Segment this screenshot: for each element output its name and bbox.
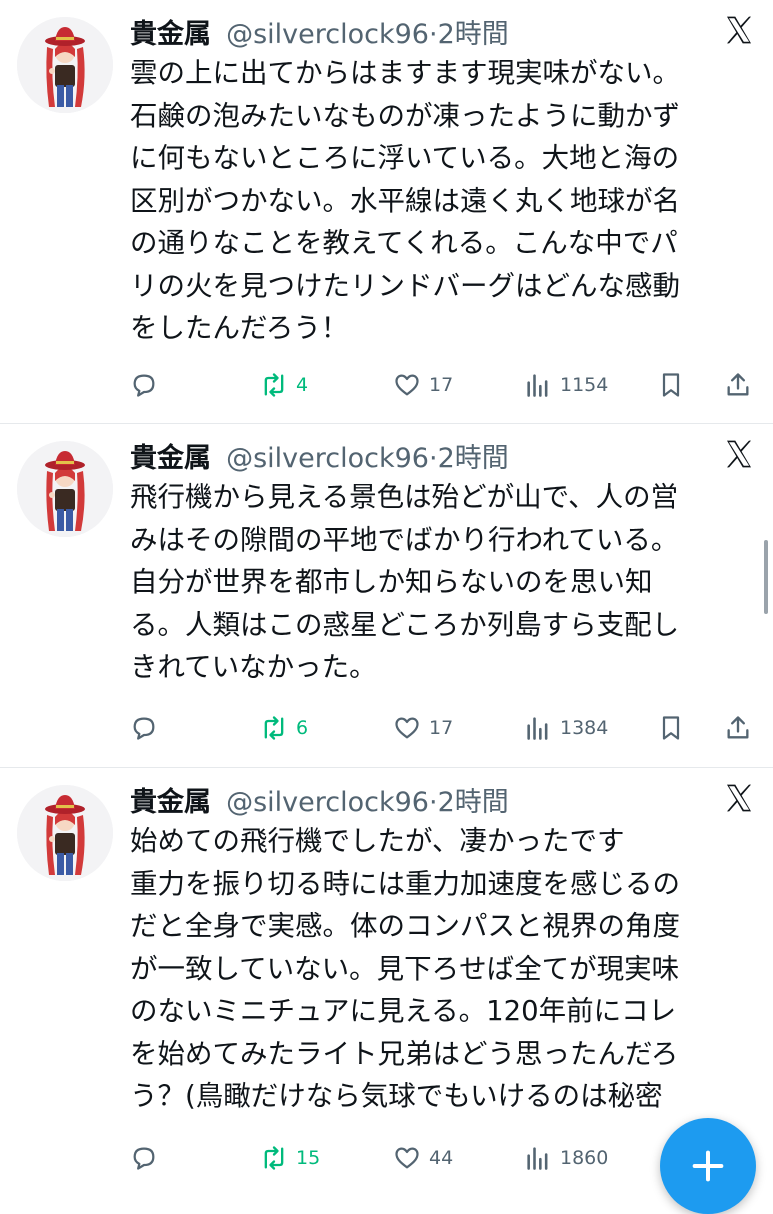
reply-icon [133,374,155,397]
tweet-text-line: 雲の上に出てからはますます現実味がない。 [130,57,680,89]
share-icon [727,716,749,739]
tweet-text-line: 重力を振り切る時には重力加速度を感じるの [130,867,680,900]
share-button[interactable] [724,365,752,405]
retweet-count: 6 [296,717,309,739]
tweet-text-line: を始めてみたライト兄弟はどう思ったんだろ [130,1037,679,1070]
separator-dot: · [428,787,438,818]
retweet-icon [264,1146,284,1170]
tweet-text-line: きれていなかった。 [130,651,377,683]
reply-icon [133,1147,155,1170]
retweet-button[interactable]: 15 [260,1138,320,1178]
tweet-text-line: う？(鳥瞰だけなら気球でもいけるのは秘密 [130,1080,663,1112]
like-button[interactable]: 17 [393,365,453,405]
bookmark-button[interactable] [657,708,685,748]
share-button[interactable] [724,708,752,748]
views-button[interactable]: 1154 [524,365,608,405]
separator-dot: · [428,443,438,474]
reply-button[interactable] [130,708,166,748]
retweet-icon [264,716,284,740]
view-count: 1860 [560,1147,609,1169]
reply-icon [133,717,155,740]
timestamp[interactable]: 2時間 [438,443,509,474]
timestamp[interactable]: 2時間 [438,787,509,818]
tweet-text-line: の通りなことを教えてくれる。こんな中でパ [130,227,678,259]
tweet[interactable]: 貴金属 @silverclock96·2時間 始めての飛行機でしたが、凄かったで… [0,768,773,1200]
bookmark-icon [662,373,680,397]
like-button[interactable]: 44 [393,1138,453,1178]
author-handle[interactable]: @silverclock96 [226,19,429,50]
tweet-text: 雲の上に出てからはますます現実味がない。 石鹸の泡みたいなものが凍ったように動か… [130,52,755,350]
plus-icon [692,1150,724,1182]
tweet-text-line: に何もないところに浮いている。大地と海の [130,142,680,174]
separator-dot: · [428,19,438,50]
action-bar: 4 17 1154 [130,365,755,405]
heart-icon [395,1147,419,1169]
author-handle[interactable]: @silverclock96 [226,787,429,818]
action-bar: 6 17 1384 [130,708,755,748]
bookmark-button[interactable] [657,365,685,405]
tweet[interactable]: 貴金属 @silverclock96·2時間 雲の上に出てからはますます現実味が… [0,0,773,424]
reply-button[interactable] [130,1138,166,1178]
tweet-text-line: みはその隙間の平地でばかり行われている。 [130,523,679,556]
tweet[interactable]: 貴金属 @silverclock96·2時間 飛行機から見える景色は殆どが山で、… [0,424,773,768]
tweet-text-line: 自分が世界を都市しか知らないのを思い知 [130,566,653,598]
scrollbar[interactable] [764,540,768,614]
tweet-text-line: 始めての飛行機でしたが、凄かったです [130,825,625,857]
view-count: 1154 [560,374,609,396]
tweet-text: 始めての飛行機でしたが、凄かったです 重力を振り切る時には重力加速度を感じるの … [130,820,755,1118]
tweet-text-line: が一致していない。見下ろせば全てが現実味 [130,952,680,985]
tweet-text: 飛行機から見える景色は殆どが山で、人の営 みはその隙間の平地でばかり行われている… [130,476,755,689]
heart-icon [395,374,419,396]
tweet-header: 貴金属 @silverclock96·2時間 [130,780,509,820]
views-button[interactable]: 1860 [524,1138,608,1178]
tweet-text-line: のないミニチュアに見える。120年前にコレ [130,995,677,1027]
avatar[interactable] [17,17,113,113]
like-count: 44 [429,1147,454,1169]
timestamp[interactable]: 2時間 [438,19,509,50]
tweet-text-line: だと全身で実感。体のコンパスと視界の角度 [130,910,680,942]
author-name[interactable]: 貴金属 [130,443,211,474]
heart-icon [395,717,419,739]
avatar-illustration [17,441,113,537]
retweet-icon [264,373,284,397]
view-count: 1384 [560,717,609,739]
x-logo-icon [723,438,755,470]
retweet-count: 4 [296,374,309,396]
reply-button[interactable] [130,365,166,405]
author-name[interactable]: 貴金属 [130,787,211,818]
author-name[interactable]: 貴金属 [130,19,211,50]
retweet-count: 15 [296,1147,321,1169]
like-count: 17 [429,717,454,739]
like-count: 17 [429,374,454,396]
like-button[interactable]: 17 [393,708,453,748]
retweet-button[interactable]: 4 [260,365,308,405]
tweet-text-line: をしたんだろう！ [130,312,349,344]
tweet-header: 貴金属 @silverclock96·2時間 [130,436,509,476]
retweet-button[interactable]: 6 [260,708,308,748]
x-logo-icon [723,782,755,814]
views-button[interactable]: 1384 [524,708,608,748]
tweet-header: 貴金属 @silverclock96·2時間 [130,12,509,52]
tweet-text-line: 飛行機から見える景色は殆どが山で、人の営 [130,481,679,513]
tweet-text-line: リの火を見つけたリンドバーグはどんな感動 [130,269,680,302]
tweet-text-line: 区別がつかない。水平線は遠く丸く地球が名 [130,184,680,217]
avatar[interactable] [17,785,113,881]
views-icon [527,717,548,740]
avatar[interactable] [17,441,113,537]
x-logo-icon [723,14,755,46]
author-handle[interactable]: @silverclock96 [226,443,429,474]
avatar-illustration [17,17,113,113]
tweet-text-line: る。人類はこの惑星どころか列島すら支配し [130,608,680,641]
share-icon [727,373,749,396]
bookmark-icon [662,716,680,740]
tweet-text-line: 石鹸の泡みたいなものが凍ったように動かず [130,99,680,132]
views-icon [527,1147,548,1170]
avatar-illustration [17,785,113,881]
views-icon [527,374,548,397]
